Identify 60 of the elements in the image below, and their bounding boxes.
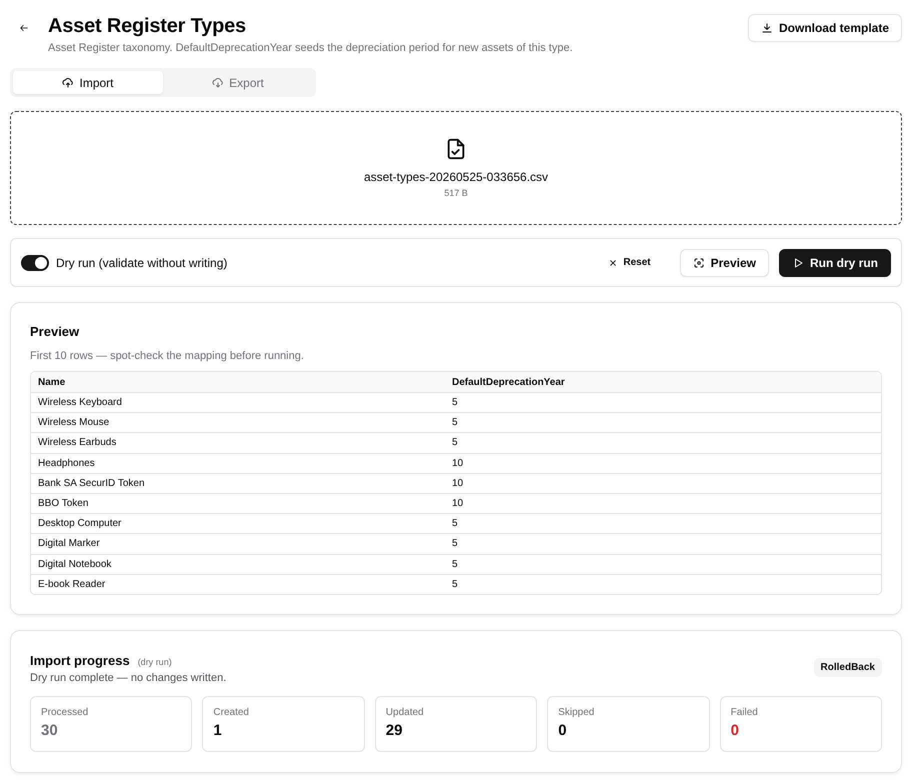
stat-value: 0	[730, 722, 739, 740]
stat-value: 0	[558, 722, 567, 740]
table-cell-text: Digital Notebook	[37, 558, 112, 571]
cloud-upload-icon	[62, 76, 74, 88]
stat-label: Updated	[386, 706, 425, 719]
card-title: Import progress	[30, 652, 130, 669]
file-check-icon	[445, 138, 467, 160]
toggle-label: Dry run (validate without writing)	[56, 256, 228, 270]
stat-value: 29	[386, 722, 402, 740]
page-subtitle: Asset Register taxonomy. DefaultDeprecationYear seeds the depreciation period for new assets of this type.	[48, 41, 573, 55]
table-cell-text: Digital Marker	[37, 537, 101, 550]
cloud-download-icon	[212, 76, 224, 88]
table-cell-text: Bank SA SecurID Token	[37, 476, 146, 490]
table-cell-text: 10	[451, 497, 464, 510]
table-cell-text: 5	[451, 558, 459, 571]
play-icon	[792, 256, 804, 268]
status-badge: RolledBack	[814, 658, 882, 677]
stat-label: Created	[213, 706, 250, 719]
table-cell-text: 5	[451, 517, 459, 530]
x-icon	[609, 258, 618, 266]
file-name: asset-types-20260525-033656.csv	[364, 170, 548, 184]
dry-run-toggle[interactable]	[21, 254, 49, 270]
table-cell-text: Wireless Mouse	[37, 416, 110, 430]
run-dry-run-button[interactable]: Run dry run	[779, 248, 891, 276]
card-title: Preview	[30, 324, 80, 340]
table-cell-text: Headphones	[37, 456, 96, 470]
mode-label: (dry run)	[138, 656, 172, 667]
table-cell-text: 10	[451, 476, 464, 490]
tab[interactable]: Import	[13, 71, 163, 94]
stat-value: 1	[213, 722, 222, 740]
table-cell-text: 5	[451, 416, 459, 430]
table-cell-text: 5	[451, 396, 459, 410]
table-cell-text: E-book Reader	[37, 578, 106, 591]
page-title: Asset Register Types	[48, 14, 247, 38]
table-cell-text: 5	[451, 578, 459, 591]
status-message: Dry run complete — no changes written.	[30, 670, 226, 685]
back-button[interactable]	[19, 23, 29, 33]
column-header: Name	[37, 376, 66, 388]
table-cell-text: Wireless Keyboard	[37, 396, 123, 410]
stat-value: 30	[41, 722, 58, 740]
table-cell-text: 10	[451, 456, 464, 470]
tab[interactable]: Export	[163, 71, 313, 94]
reset-button[interactable]: Reset	[601, 257, 659, 268]
card-subtitle: First 10 rows — spot-check the mapping before running.	[30, 349, 305, 363]
download-template-button[interactable]: Download template	[748, 14, 902, 42]
preview-button[interactable]: Preview	[680, 248, 769, 276]
scan-icon	[692, 256, 705, 268]
stat-label: Failed	[730, 706, 759, 719]
file-dropzone[interactable]: asset-types-20260525-033656.csv 517 B	[10, 111, 902, 225]
stat-label: Processed	[41, 706, 90, 719]
download-icon	[760, 22, 773, 34]
stat-label: Skipped	[558, 706, 596, 719]
table-cell-text: Wireless Earbuds	[37, 436, 118, 450]
file-size: 517 B	[444, 186, 468, 198]
table-cell-text: BBO Token	[37, 497, 90, 510]
back-arrow-icon	[19, 23, 29, 33]
table-cell-text: 5	[451, 436, 459, 450]
column-header: DefaultDeprecationYear	[451, 376, 566, 388]
table-cell-text: Desktop Computer	[37, 517, 122, 530]
table-cell-text: 5	[451, 537, 459, 550]
